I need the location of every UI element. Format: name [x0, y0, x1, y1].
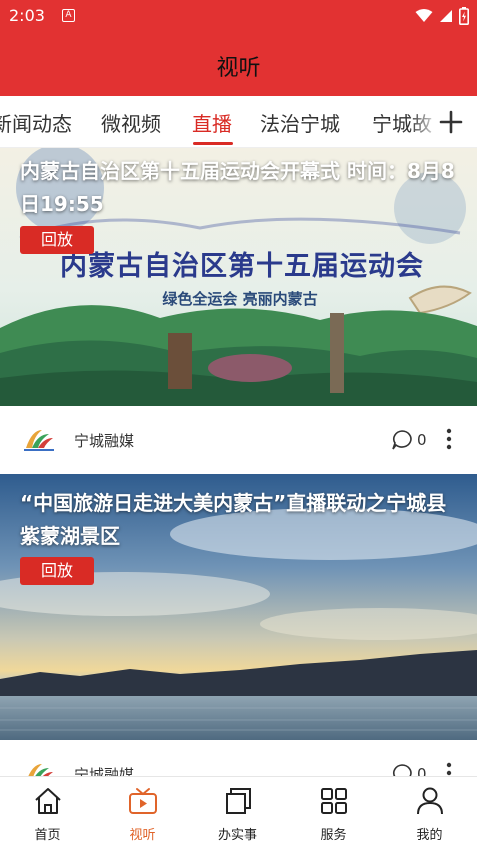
nav-label: 办实事: [217, 828, 257, 843]
nav-label: 视听: [129, 828, 156, 843]
more-options-icon[interactable]: [442, 426, 456, 452]
wifi-icon: [415, 9, 433, 22]
home-icon: [35, 788, 61, 814]
status-time: 2:03: [9, 6, 45, 25]
status-bar: 2:03 A: [0, 0, 477, 32]
nav-tasks[interactable]: 办实事: [190, 777, 285, 849]
page-title: 视听: [216, 56, 261, 81]
grid-icon: [321, 788, 347, 814]
system-icons: [415, 6, 469, 26]
battery-icon: [459, 7, 469, 25]
live-thumbnail[interactable]: “中国旅游日走进大美内蒙古”直播联动之宁城县紫蒙湖景区 回放: [0, 474, 477, 740]
signal-icon: [440, 10, 452, 22]
nav-services[interactable]: 服务: [286, 777, 381, 849]
active-tab-indicator: [193, 142, 233, 145]
bottom-navigation: 首页 视听 办实事 服务 我的: [0, 776, 477, 849]
tab-legal[interactable]: 法治宁城: [260, 108, 340, 137]
nav-video[interactable]: 视听: [95, 777, 190, 849]
notification-icon: A: [62, 9, 75, 22]
source-logo-icon: [24, 430, 54, 451]
banner-headline: 内蒙古自治区第十五届运动会: [60, 251, 424, 282]
app-header: 视听: [0, 32, 477, 96]
tasks-icon: [226, 788, 251, 814]
live-title[interactable]: 内蒙古自治区第十五届运动会开幕式 时间：8月8日19:55: [20, 155, 460, 221]
comment-count: 0: [417, 431, 427, 449]
tab-news[interactable]: 新闻动态: [0, 108, 72, 137]
tab-micro-video[interactable]: 微视频: [101, 108, 161, 137]
comment-icon[interactable]: [391, 429, 413, 451]
replay-badge: 回放: [20, 226, 94, 254]
banner-subtitle: 绿色全运会 亮丽内蒙古: [162, 290, 318, 308]
card-footer: 宁城融媒 0: [0, 406, 477, 474]
video-icon: [129, 788, 157, 814]
category-tabs: 新闻动态 微视频 直播 法治宁城 宁城故: [0, 96, 477, 148]
source-name[interactable]: 宁城融媒: [74, 430, 134, 451]
nav-profile[interactable]: 我的: [382, 777, 477, 849]
plus-icon: [439, 110, 463, 134]
nav-label: 我的: [416, 828, 443, 843]
live-thumbnail[interactable]: 内蒙古自治区第十五届运动会 绿色全运会 亮丽内蒙古 内蒙古自治区第十五届运动会开…: [0, 148, 477, 406]
nav-label: 服务: [320, 828, 347, 843]
live-title[interactable]: “中国旅游日走进大美内蒙古”直播联动之宁城县紫蒙湖景区: [20, 487, 460, 553]
nav-label: 首页: [34, 828, 61, 843]
profile-icon: [417, 787, 443, 815]
replay-badge: 回放: [20, 557, 94, 585]
add-channel-button[interactable]: [432, 96, 477, 147]
nav-home[interactable]: 首页: [0, 777, 95, 849]
tab-live[interactable]: 直播: [192, 108, 232, 137]
